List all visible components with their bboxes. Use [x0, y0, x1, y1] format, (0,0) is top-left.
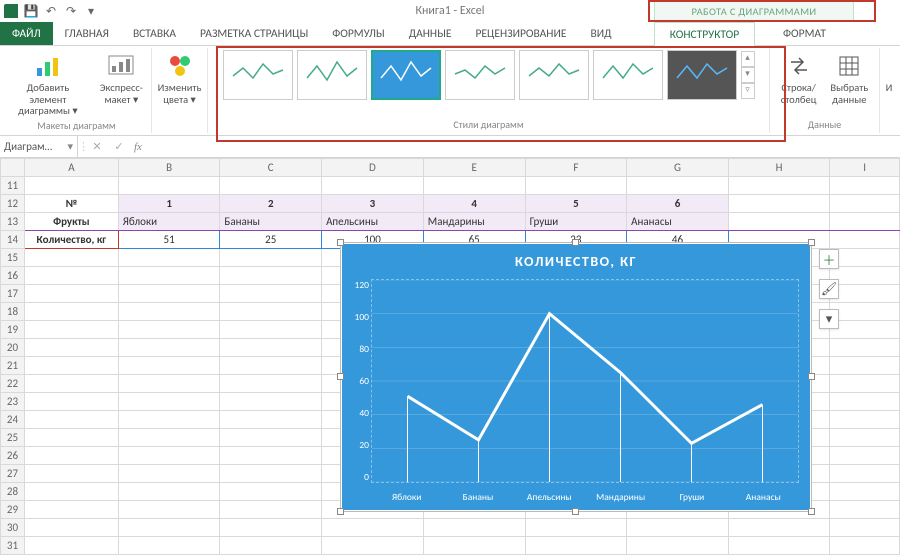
cell[interactable]: 3	[322, 195, 424, 213]
quick-layout-icon	[107, 52, 135, 80]
cell[interactable]: 4	[423, 195, 525, 213]
chevron-down-icon[interactable]: ▾	[67, 140, 73, 153]
app-icon[interactable]	[4, 4, 18, 18]
chart-style-1[interactable]	[223, 50, 293, 100]
col-header[interactable]: D	[322, 159, 424, 177]
cell[interactable]: 51	[118, 231, 220, 249]
chart-style-7[interactable]	[667, 50, 737, 100]
tab-formulas[interactable]: ФОРМУЛЫ	[320, 22, 396, 45]
worksheet-grid[interactable]: A B C D E F G H I 11 12 № 1 2 3 4 5 6 13…	[0, 158, 900, 560]
qat-customize-icon[interactable]: ▾	[84, 4, 98, 18]
save-icon[interactable]: 💾	[24, 4, 38, 18]
switch-row-column-button[interactable]: Строка/ столбец	[777, 50, 821, 107]
fx-icon[interactable]: fx	[134, 141, 142, 153]
tab-view[interactable]: ВИД	[578, 22, 623, 45]
x-axis-labels: Яблоки Бананы Апельсины Мандарины Груши …	[371, 491, 799, 503]
enter-icon[interactable]: ✓	[108, 137, 130, 157]
cell[interactable]: 25	[220, 231, 322, 249]
tab-review[interactable]: РЕЦЕНЗИРОВАНИЕ	[463, 22, 578, 45]
cell[interactable]: Ананасы	[627, 213, 729, 231]
resize-handle[interactable]	[337, 508, 344, 515]
cell[interactable]: Мандарины	[423, 213, 525, 231]
col-header[interactable]: H	[728, 159, 829, 177]
tab-file[interactable]: ФАЙЛ	[0, 22, 53, 45]
resize-handle[interactable]	[337, 373, 344, 380]
chart-type-icon	[875, 52, 900, 80]
col-header[interactable]: C	[220, 159, 322, 177]
resize-handle[interactable]	[337, 239, 344, 246]
cell[interactable]: Апельсины	[322, 213, 424, 231]
add-chart-element-icon	[34, 52, 62, 80]
ribbon: Добавить элемент диаграммы ▾ Экспресс- м…	[0, 46, 900, 136]
group-label-styles: Стили диаграмм	[453, 118, 523, 131]
redo-icon[interactable]: ↷	[64, 4, 78, 18]
chart-style-3[interactable]	[371, 50, 441, 100]
cell[interactable]: 6	[627, 195, 729, 213]
cell[interactable]: №	[24, 195, 118, 213]
chart-style-2[interactable]	[297, 50, 367, 100]
col-header[interactable]: B	[118, 159, 220, 177]
chart-object[interactable]: КОЛИЧЕСТВО, КГ 120 100 80 60 40 20 0 Ябл…	[340, 242, 812, 512]
quick-layout-button[interactable]: Экспресс- макет ▾	[96, 50, 147, 119]
chart-style-6[interactable]	[593, 50, 663, 100]
contextual-tab-header: РАБОТА С ДИАГРАММАМИ	[654, 0, 854, 22]
quick-access-toolbar: 💾 ↶ ↷ ▾ Книга1 - Excel РАБОТА С ДИАГРАММ…	[0, 0, 900, 22]
col-header[interactable]: E	[423, 159, 525, 177]
cell[interactable]: Груши	[525, 213, 627, 231]
cell[interactable]: Яблоки	[118, 213, 220, 231]
chevron-up-icon: ▴	[741, 51, 755, 67]
col-header[interactable]: F	[525, 159, 627, 177]
formula-input[interactable]	[148, 136, 900, 157]
tab-insert[interactable]: ВСТАВКА	[121, 22, 188, 45]
tab-design[interactable]: КОНСТРУКТОР	[654, 22, 755, 47]
col-header[interactable]: I	[830, 159, 900, 177]
add-chart-element-button[interactable]: Добавить элемент диаграммы ▾	[6, 50, 90, 119]
cell[interactable]: Количество, кг	[24, 231, 118, 249]
select-data-button[interactable]: Выбрать данные	[826, 50, 872, 107]
cell[interactable]: Бананы	[220, 213, 322, 231]
y-axis-labels: 120 100 80 60 40 20 0	[347, 279, 369, 483]
chart-styles-button[interactable]: 🖌	[819, 279, 839, 299]
tab-data[interactable]: ДАННЫЕ	[397, 22, 464, 45]
tab-page-layout[interactable]: РАЗМЕТКА СТРАНИЦЫ	[188, 22, 320, 45]
group-label-data: Данные	[808, 118, 842, 131]
cell[interactable]: 5	[525, 195, 627, 213]
chart-elements-button[interactable]: ＋	[819, 249, 839, 269]
resize-handle[interactable]	[572, 239, 579, 246]
select-all-corner[interactable]	[1, 159, 25, 177]
more-icon: ▿	[741, 83, 755, 99]
gallery-spinner[interactable]: ▴▾▿	[741, 51, 755, 99]
chart-styles-gallery: ▴▾▿	[223, 50, 755, 100]
cell[interactable]: 2	[220, 195, 322, 213]
change-colors-icon	[166, 52, 194, 80]
chevron-down-icon: ▾	[741, 67, 755, 83]
select-data-icon	[835, 52, 863, 80]
col-header[interactable]: G	[627, 159, 729, 177]
group-label-layouts: Макеты диаграмм	[37, 119, 115, 132]
tab-format[interactable]: ФОРМАТ	[755, 22, 854, 46]
chart-style-4[interactable]	[445, 50, 515, 100]
formula-bar: Диаграм… ▾ ⋮ ✕ ✓ fx	[0, 136, 900, 158]
chart-style-5[interactable]	[519, 50, 589, 100]
ribbon-tabs: ФАЙЛ ГЛАВНАЯ ВСТАВКА РАЗМЕТКА СТРАНИЦЫ Ф…	[0, 22, 900, 46]
resize-handle[interactable]	[808, 373, 815, 380]
plot-area[interactable]	[371, 279, 799, 483]
cancel-icon[interactable]: ✕	[86, 137, 108, 157]
chart-title[interactable]: КОЛИЧЕСТВО, КГ	[341, 243, 811, 274]
name-box[interactable]: Диаграм… ▾	[0, 136, 78, 157]
cell[interactable]: 1	[118, 195, 220, 213]
resize-handle[interactable]	[572, 508, 579, 515]
cell[interactable]: Фрукты	[24, 213, 118, 231]
resize-handle[interactable]	[808, 508, 815, 515]
change-chart-type-button[interactable]: И	[871, 50, 900, 96]
col-header[interactable]: A	[24, 159, 118, 177]
resize-handle[interactable]	[808, 239, 815, 246]
switch-rowcol-icon	[785, 52, 813, 80]
undo-icon[interactable]: ↶	[44, 4, 58, 18]
chart-filter-button[interactable]: ▾	[819, 309, 839, 329]
change-colors-button[interactable]: Изменить цвета ▾	[154, 50, 206, 107]
tab-home[interactable]: ГЛАВНАЯ	[53, 22, 121, 45]
